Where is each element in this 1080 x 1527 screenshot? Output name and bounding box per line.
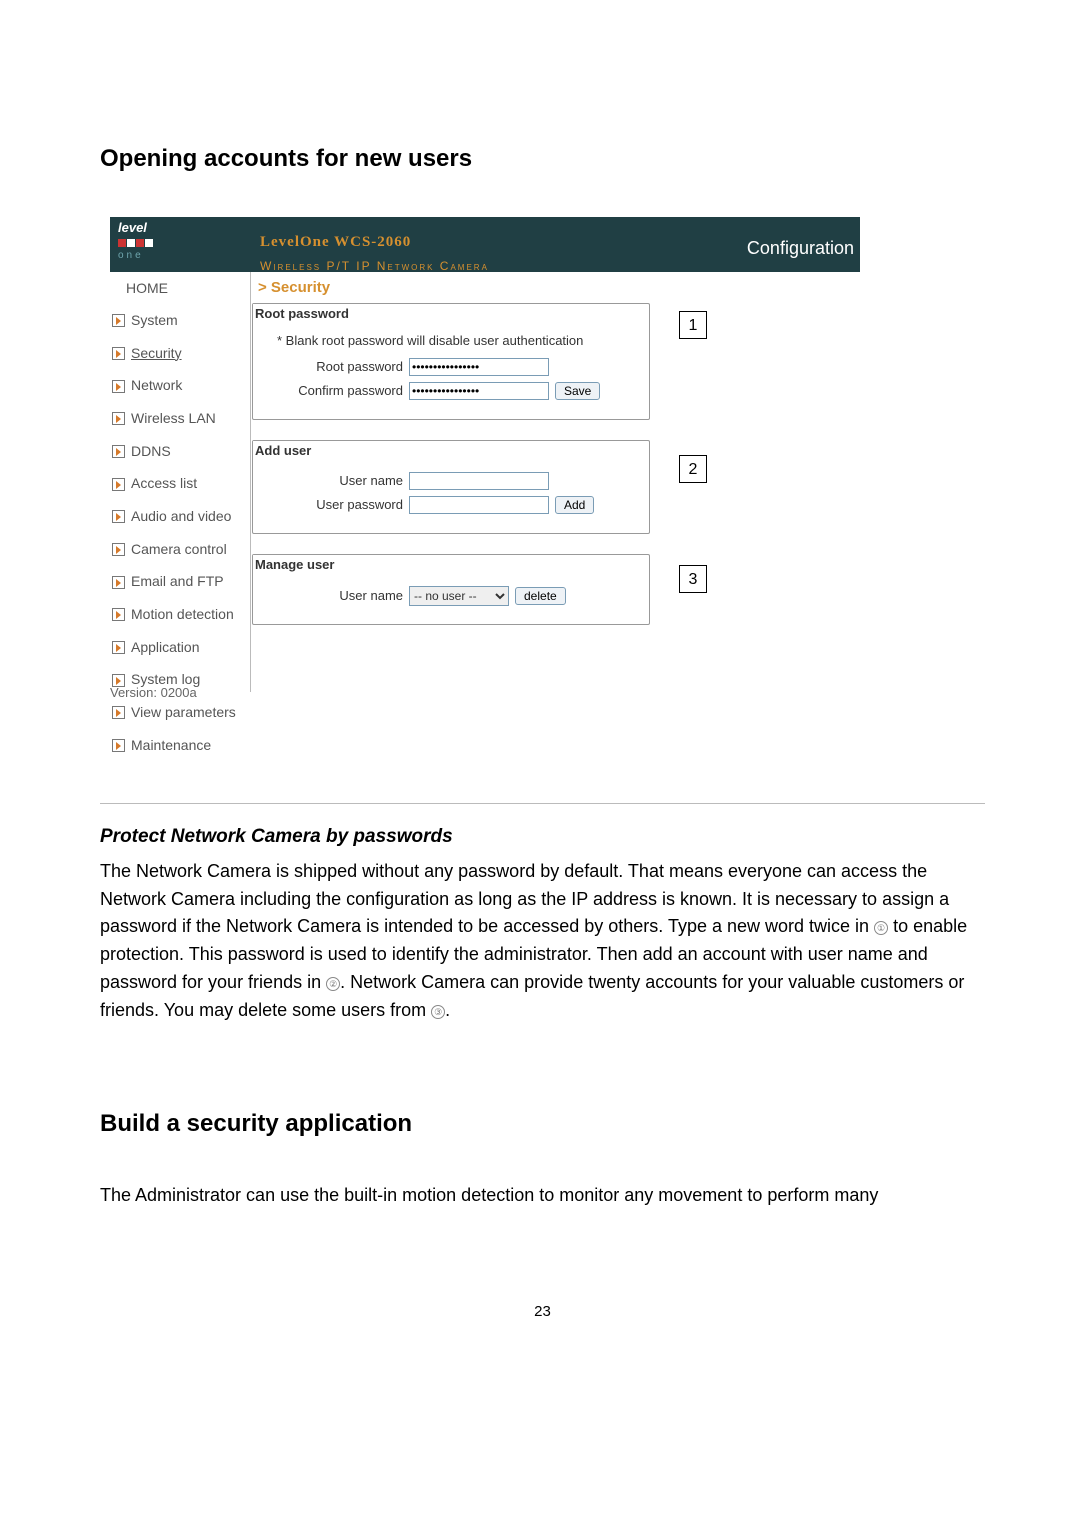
nav-item-email-and-ftp[interactable]: Email and FTP (110, 567, 250, 597)
nav-item-label: Email and FTP (131, 571, 224, 593)
manage-user-panel: Manage user User name -- no user -- dele… (252, 554, 650, 624)
nav-home[interactable]: HOME (110, 272, 250, 306)
root-password-label: Root password (263, 357, 403, 377)
manage-user-name-label: User name (263, 586, 403, 606)
nav-item-motion-detection[interactable]: Motion detection (110, 600, 250, 630)
root-password-input[interactable] (409, 358, 549, 376)
arrow-icon (112, 478, 125, 491)
header-bar: level one LevelOne WCS-2060 Wireless P/T… (110, 217, 860, 272)
nav-item-label: Wireless LAN (131, 408, 216, 430)
build-paragraph: The Administrator can use the built-in m… (100, 1182, 985, 1210)
nav-item-wireless-lan[interactable]: Wireless LAN (110, 404, 250, 434)
nav-item-security[interactable]: Security (110, 339, 250, 369)
protect-paragraph: The Network Camera is shipped without an… (100, 858, 985, 1025)
arrow-icon (112, 641, 125, 654)
user-name-label: User name (263, 471, 403, 491)
arrow-icon (112, 412, 125, 425)
nav-item-camera-control[interactable]: Camera control (110, 535, 250, 565)
confirm-password-input[interactable] (409, 382, 549, 400)
arrow-icon (112, 510, 125, 523)
brand-logo: level one (118, 221, 154, 263)
heading-opening-accounts: Opening accounts for new users (100, 140, 985, 177)
nav-item-label: Motion detection (131, 604, 234, 626)
nav-item-audio-and-video[interactable]: Audio and video (110, 502, 250, 532)
nav-item-network[interactable]: Network (110, 371, 250, 401)
nav-item-label: Access list (131, 473, 197, 495)
ref-circle-3: ③ (431, 1005, 445, 1019)
nav-item-label: View parameters (131, 702, 236, 724)
heading-build-security: Build a security application (100, 1105, 985, 1142)
arrow-icon (112, 445, 125, 458)
blank-password-note: * Blank root password will disable user … (277, 331, 639, 351)
arrow-icon (112, 380, 125, 393)
user-select[interactable]: -- no user -- (409, 586, 509, 606)
product-model: LevelOne WCS-2060 (260, 234, 411, 250)
arrow-icon (112, 576, 125, 589)
logo-text: level (118, 220, 147, 235)
nav-item-label: Audio and video (131, 506, 231, 528)
arrow-icon (112, 347, 125, 360)
user-password-input[interactable] (409, 496, 549, 514)
panel-legend: Root password (253, 304, 351, 324)
user-password-label: User password (263, 495, 403, 515)
nav-item-system[interactable]: System (110, 306, 250, 336)
divider (250, 272, 251, 692)
delete-button[interactable]: delete (515, 587, 566, 605)
ref-circle-2: ② (326, 977, 340, 991)
nav-item-label: Maintenance (131, 735, 211, 757)
product-title: LevelOne WCS-2060 Wireless P/T IP Networ… (260, 227, 489, 275)
nav-item-label: DDNS (131, 441, 171, 463)
nav-item-label: Application (131, 637, 200, 659)
nav-item-label: System (131, 310, 178, 332)
logo-one: one (118, 251, 154, 261)
add-button[interactable]: Add (555, 496, 594, 514)
callout-2: 2 (679, 455, 707, 483)
nav-item-access-list[interactable]: Access list (110, 469, 250, 499)
configuration-label: Configuration (747, 235, 854, 263)
panel-legend: Manage user (253, 555, 336, 575)
arrow-icon (112, 739, 125, 752)
user-name-input[interactable] (409, 472, 549, 490)
version-text: Version: 0200a (110, 683, 197, 703)
nav-item-label: Camera control (131, 539, 227, 561)
root-password-panel: Root password * Blank root password will… (252, 303, 650, 420)
confirm-password-label: Confirm password (263, 381, 403, 401)
arrow-icon (112, 706, 125, 719)
nav-item-label: Security (131, 343, 182, 365)
config-screenshot: level one LevelOne WCS-2060 Wireless P/T… (110, 217, 860, 713)
callout-1: 1 (679, 311, 707, 339)
arrow-icon (112, 608, 125, 621)
callout-3: 3 (679, 565, 707, 593)
page-number: 23 (100, 1300, 985, 1323)
ref-circle-1: ① (874, 921, 888, 935)
nav-item-ddns[interactable]: DDNS (110, 437, 250, 467)
add-user-panel: Add user User name User password Add (252, 440, 650, 534)
arrow-icon (112, 543, 125, 556)
nav-item-maintenance[interactable]: Maintenance (110, 731, 250, 761)
nav-item-application[interactable]: Application (110, 633, 250, 663)
protect-subheading: Protect Network Camera by passwords (100, 822, 985, 851)
breadcrumb: > Security (252, 272, 860, 301)
arrow-icon (112, 314, 125, 327)
panel-legend: Add user (253, 441, 313, 461)
nav-item-label: Network (131, 375, 182, 397)
save-button[interactable]: Save (555, 382, 600, 400)
divider (100, 803, 985, 804)
